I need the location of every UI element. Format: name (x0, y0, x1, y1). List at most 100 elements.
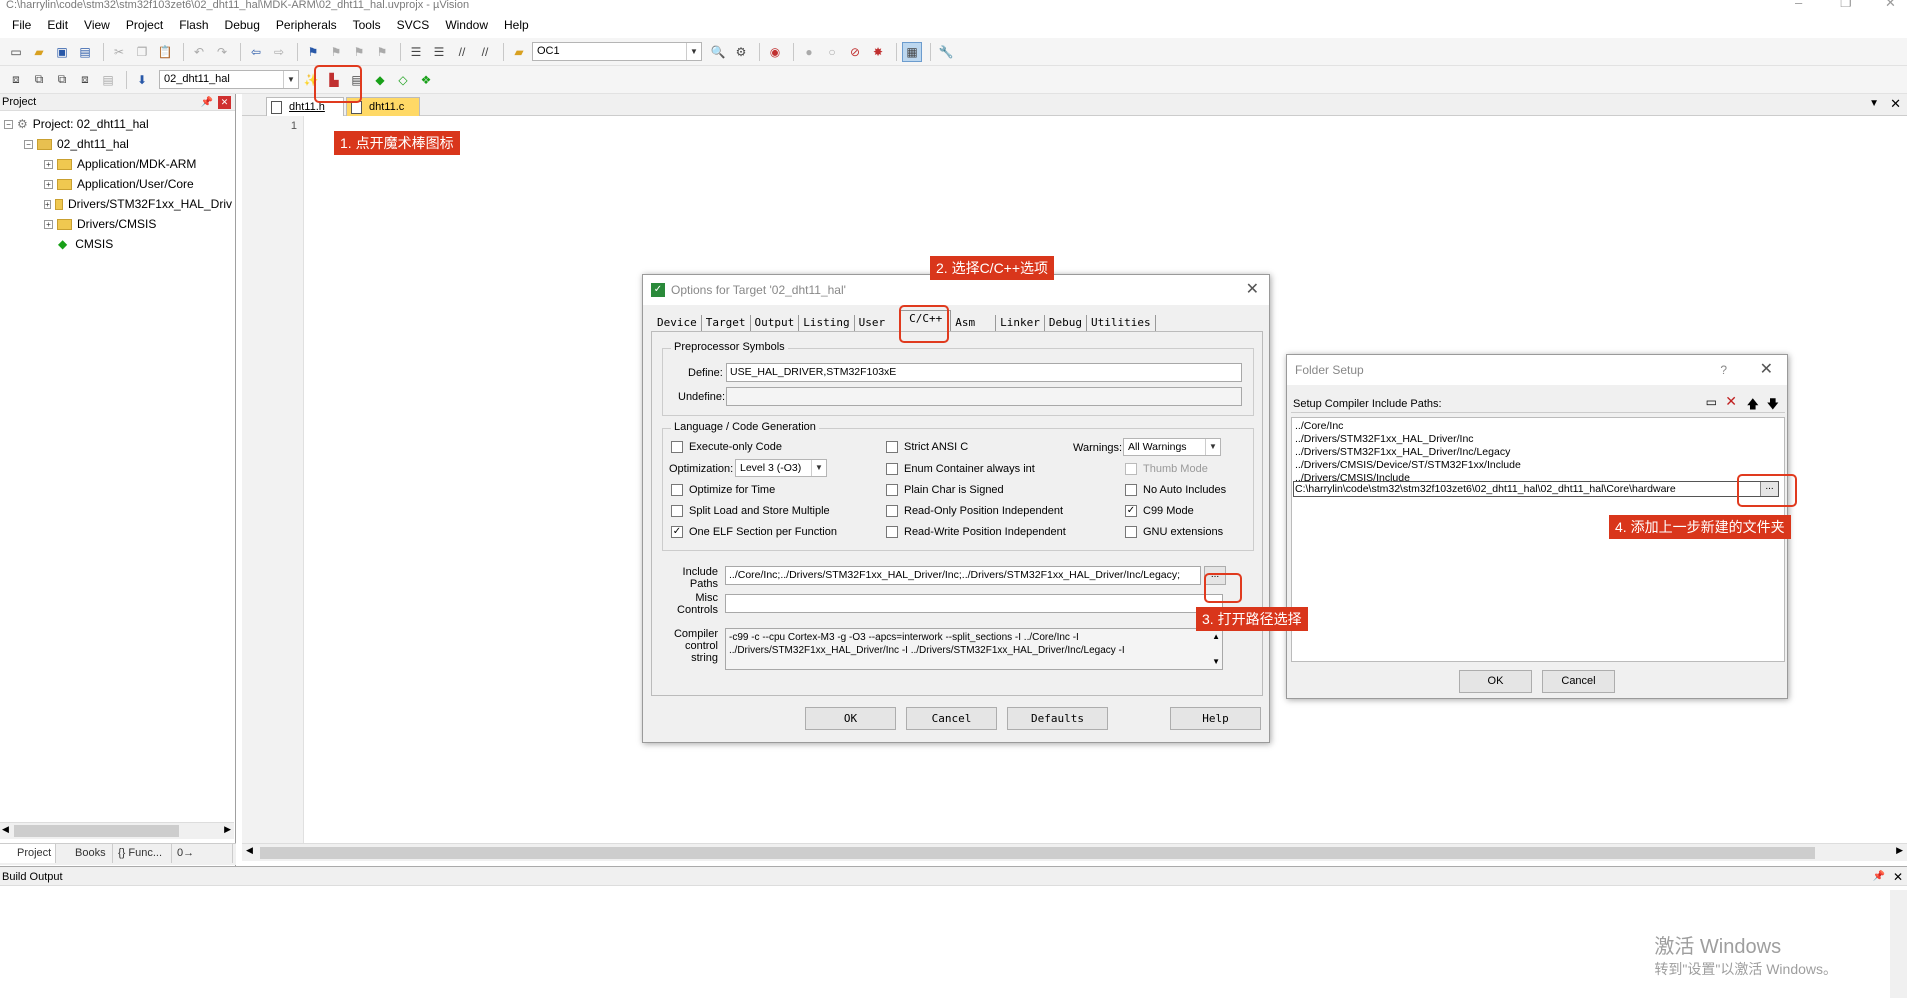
define-input[interactable]: USE_HAL_DRIVER,STM32F103xE (726, 363, 1242, 382)
close-panel-icon[interactable]: ✕ (218, 96, 231, 109)
tree-cmsis[interactable]: ◆ CMSIS (58, 235, 113, 253)
bookmark-prev-icon[interactable]: ⚑ (326, 42, 346, 62)
redo-icon[interactable]: ↷ (212, 42, 232, 62)
copy-icon[interactable]: ❐ (132, 42, 152, 62)
tree-root[interactable]: − ⚙ Project: 02_dht11_hal (4, 115, 149, 133)
nav-forward-icon[interactable]: ⇨ (269, 42, 289, 62)
save-icon[interactable]: ▣ (52, 42, 72, 62)
uncomment-icon[interactable]: // (475, 42, 495, 62)
stop-build-icon[interactable]: ▤ (98, 70, 118, 90)
tab-utilities[interactable]: Utilities (1087, 315, 1156, 331)
build-icon[interactable]: ⧉ (29, 70, 49, 90)
pin-icon[interactable]: 📌 (1873, 867, 1885, 887)
expand-icon[interactable]: + (44, 159, 53, 169)
nav-back-icon[interactable]: ⇦ (246, 42, 266, 62)
tree-group[interactable]: + Application/User/Core (44, 175, 194, 193)
warnings-select[interactable]: All Warnings ▼ (1123, 438, 1221, 456)
include-paths-input[interactable]: ../Core/Inc;../Drivers/STM32F1xx_HAL_Dri… (725, 566, 1201, 585)
c99-mode-checkbox[interactable]: ✓ C99 Mode (1125, 505, 1194, 517)
comment-icon[interactable]: // (452, 42, 472, 62)
collapse-icon[interactable]: − (4, 119, 13, 129)
tab-device[interactable]: Device (653, 315, 702, 331)
collapse-icon[interactable]: − (24, 139, 33, 149)
find-combo[interactable]: OC1 ▼ (532, 42, 702, 61)
folder-path-edit[interactable]: C:\harrylin\code\stm32\stm32f103zet6\02_… (1293, 481, 1779, 497)
target-combo[interactable]: 02_dht11_hal ▼ (159, 70, 299, 89)
bookmark-next-icon[interactable]: ⚑ (349, 42, 369, 62)
menu-window[interactable]: Window (437, 18, 496, 32)
breakpoint-icon[interactable]: ● (799, 42, 819, 62)
open-file-icon[interactable]: ▰ (29, 42, 49, 62)
folder-list-item[interactable]: ../Drivers/CMSIS/Include (1295, 472, 1781, 481)
scroll-up-icon[interactable]: ▲ (1212, 630, 1220, 643)
translate-icon[interactable]: ⧈ (6, 70, 26, 90)
options-cancel-button[interactable]: Cancel (906, 707, 997, 730)
project-horizontal-scrollbar[interactable]: ◀ ▶ (0, 822, 234, 839)
tree-group[interactable]: + Drivers/CMSIS (44, 215, 156, 233)
folder-list-item[interactable]: ../Drivers/CMSIS/Device/ST/STM32F1xx/Inc… (1295, 459, 1781, 472)
menu-peripherals[interactable]: Peripherals (268, 18, 345, 32)
move-up-icon[interactable]: 🡅 (1747, 395, 1759, 416)
save-all-icon[interactable]: ▤ (75, 42, 95, 62)
tab-templates[interactable]: 0→ Temp... (173, 844, 233, 878)
tools-icon[interactable]: ⚙ (731, 42, 751, 62)
strict-ansi-checkbox[interactable]: Strict ANSI C (886, 441, 968, 453)
options-help-button[interactable]: Help (1170, 707, 1261, 730)
tab-target[interactable]: Target (702, 315, 751, 331)
build-output-vertical-scrollbar[interactable] (1890, 890, 1907, 998)
expand-icon[interactable]: + (44, 199, 51, 209)
tab-books[interactable]: Books (58, 844, 113, 863)
tree-group[interactable]: + Application/MDK-ARM (44, 155, 196, 173)
menu-file[interactable]: File (4, 18, 39, 32)
tab-debug[interactable]: Debug (1045, 315, 1087, 331)
window-layout-icon[interactable]: ▦ (902, 41, 922, 62)
expand-icon[interactable]: + (44, 179, 53, 189)
rebuild-icon[interactable]: ⧉ (52, 70, 72, 90)
expand-icon[interactable]: + (44, 219, 53, 229)
debug-session-icon[interactable]: ◉ (765, 42, 785, 62)
tab-asm[interactable]: Asm (951, 315, 997, 331)
optimize-time-checkbox[interactable]: Optimize for Time (671, 484, 775, 496)
tab-list-dropdown-icon[interactable]: ▼ (1869, 98, 1879, 109)
bookmark-clear-icon[interactable]: ⚑ (372, 42, 392, 62)
close-tab-icon[interactable]: ✕ (1890, 96, 1901, 112)
tab-linker[interactable]: Linker (996, 315, 1045, 331)
configure-icon[interactable]: 🔧 (936, 42, 956, 62)
menu-project[interactable]: Project (118, 18, 171, 32)
help-icon[interactable]: ? (1720, 355, 1727, 385)
find-icon[interactable]: 🔍 (708, 42, 728, 62)
undefine-input[interactable] (726, 387, 1242, 406)
tree-target[interactable]: − 02_dht11_hal (24, 135, 129, 153)
split-load-checkbox[interactable]: Split Load and Store Multiple (671, 505, 830, 517)
folder-cancel-button[interactable]: Cancel (1542, 670, 1615, 693)
breakpoint-disable-icon[interactable]: ○ (822, 42, 842, 62)
menu-svcs[interactable]: SVCS (389, 18, 438, 32)
menu-help[interactable]: Help (496, 18, 537, 32)
new-file-icon[interactable]: ▭ (6, 42, 26, 62)
select-packs-icon[interactable]: ◇ (393, 70, 413, 90)
delete-icon[interactable]: ✕ (1725, 393, 1737, 410)
minimize-icon[interactable]: – (1795, 0, 1802, 9)
folder-list-item[interactable]: ../Core/Inc (1295, 420, 1781, 433)
options-defaults-button[interactable]: Defaults (1007, 707, 1108, 730)
options-ok-button[interactable]: OK (805, 707, 896, 730)
tab-project[interactable]: Project (0, 844, 56, 863)
one-elf-checkbox[interactable]: ✓ One ELF Section per Function (671, 526, 837, 538)
menu-edit[interactable]: Edit (39, 18, 76, 32)
undo-icon[interactable]: ↶ (189, 42, 209, 62)
close-panel-icon[interactable]: ✕ (1893, 867, 1903, 887)
misc-controls-input[interactable] (725, 594, 1223, 613)
breakpoint-kill-icon[interactable]: ✸ (868, 42, 888, 62)
tab-user[interactable]: User (855, 315, 901, 331)
enum-container-checkbox[interactable]: Enum Container always int (886, 463, 1035, 475)
menu-flash[interactable]: Flash (171, 18, 216, 32)
menu-view[interactable]: View (76, 18, 118, 32)
indent-icon[interactable]: ☰ (406, 42, 426, 62)
tab-listing[interactable]: Listing (799, 315, 855, 331)
restore-icon[interactable]: ❐ (1840, 0, 1852, 9)
ro-position-checkbox[interactable]: Read-Only Position Independent (886, 505, 1063, 517)
no-auto-includes-checkbox[interactable]: No Auto Includes (1125, 484, 1226, 496)
execute-only-checkbox[interactable]: Execute-only Code (671, 441, 782, 453)
breakpoint-clear-icon[interactable]: ⊘ (845, 42, 865, 62)
batch-build-icon[interactable]: ⧈ (75, 70, 95, 90)
